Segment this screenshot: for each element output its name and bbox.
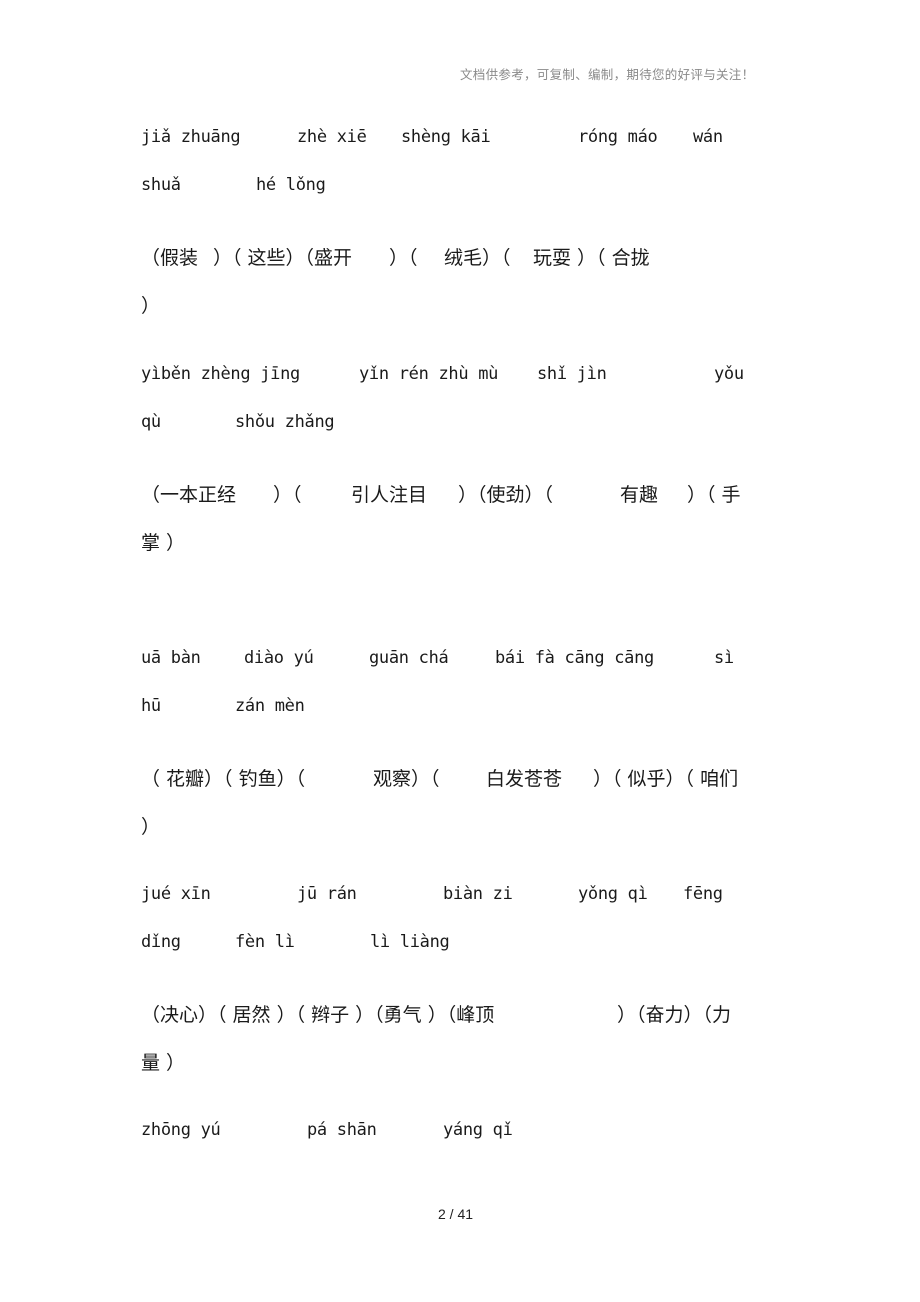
pinyin: qù xyxy=(141,412,161,432)
hanzi-answer: 绒毛）（ xyxy=(444,247,511,269)
pinyin: yǒu xyxy=(714,364,744,384)
pinyin: shuǎ xyxy=(141,175,181,195)
page-total: 41 xyxy=(457,1206,474,1222)
page-current: 2 xyxy=(438,1206,446,1222)
pinyin: shǐ jìn xyxy=(537,364,607,384)
document-page: 文档供参考，可复制、编制，期待您的好评与关注！ jiǎ zhuāng zhè x… xyxy=(0,0,920,1302)
hanzi-answer: （ 花瓣）（ 钓鱼）（ xyxy=(141,768,306,790)
page-separator: / xyxy=(445,1206,458,1222)
pinyin: fēng xyxy=(683,884,723,904)
pinyin: sì xyxy=(714,648,734,668)
pinyin: dǐng xyxy=(141,932,181,952)
hanzi-answer: 有趣 xyxy=(620,484,659,506)
pinyin: yǐn rén zhù mù xyxy=(359,364,499,384)
hanzi-answer: ）（ 似乎）（ 咱们 xyxy=(593,768,739,790)
pinyin: zhōng yú xyxy=(141,1120,221,1140)
hanzi-answer: 掌 ） xyxy=(141,532,186,554)
pinyin: shǒu zhǎng xyxy=(235,412,335,432)
hanzi-answer: ）（ 这些）（盛开 xyxy=(213,247,353,269)
hanzi-answer: （决心）（ 居然 ）（ 辫子 ）（勇气 ）（峰顶 xyxy=(141,1004,495,1026)
pinyin: fèn lì xyxy=(235,932,295,952)
pinyin: bái fà cāng cāng xyxy=(495,648,654,668)
pinyin: yǒng qì xyxy=(578,884,648,904)
hanzi-answer: ） xyxy=(141,295,161,317)
pinyin: yáng qǐ xyxy=(443,1120,513,1140)
pinyin: zhè xiē xyxy=(297,127,367,147)
pinyin: yìběn zhèng jīng xyxy=(141,364,300,384)
pinyin: pá shān xyxy=(307,1120,377,1140)
pinyin: diào yú xyxy=(244,648,314,668)
pinyin: biàn zi xyxy=(443,884,513,904)
pinyin: hé lǒng xyxy=(256,175,326,195)
hanzi-answer: ） xyxy=(141,816,161,838)
hanzi-answer: ）（ xyxy=(389,247,418,269)
pinyin: jué xīn xyxy=(141,884,211,904)
hanzi-answer: （假装 xyxy=(141,247,199,269)
hanzi-answer: 玩耍 ）（ 合拢 xyxy=(533,247,650,269)
hanzi-answer: ）（奋力）（力 xyxy=(617,1004,732,1026)
pinyin: jū rán xyxy=(297,884,357,904)
pinyin: wán xyxy=(693,127,723,147)
pinyin: uā bàn xyxy=(141,648,201,668)
pinyin: shèng kāi xyxy=(401,127,491,147)
pinyin: zán mèn xyxy=(235,696,305,716)
hanzi-answer: （一本正经 xyxy=(141,484,237,506)
pinyin: róng máo xyxy=(578,127,658,147)
pinyin: guān chá xyxy=(369,648,449,668)
hanzi-answer: ）（ 手 xyxy=(687,484,741,506)
hanzi-answer: 白发苍苍 xyxy=(486,768,563,790)
page-number: 2 / 41 xyxy=(438,1206,473,1222)
hanzi-answer: 引人注目 xyxy=(351,484,428,506)
hanzi-answer: 观察）（ xyxy=(373,768,440,790)
pinyin: jiǎ zhuāng xyxy=(141,127,241,147)
pinyin: lì liàng xyxy=(370,932,450,952)
hanzi-answer: ）（使劲）（ xyxy=(458,484,554,506)
header-note: 文档供参考，可复制、编制，期待您的好评与关注！ xyxy=(460,67,755,82)
hanzi-answer: ）（ xyxy=(273,484,302,506)
pinyin: hū xyxy=(141,696,161,716)
hanzi-answer: 量 ） xyxy=(141,1052,186,1074)
